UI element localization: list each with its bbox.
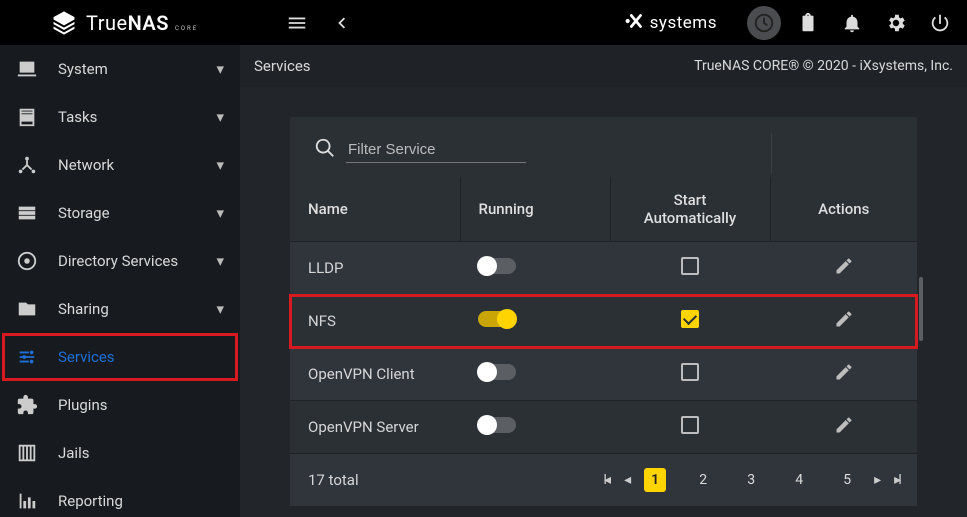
- edit-icon[interactable]: [834, 421, 854, 439]
- sidebar-item-sharing[interactable]: Sharing ▾: [0, 285, 240, 333]
- services-table: Name Running Start Automatically Actions…: [290, 177, 917, 454]
- running-toggle[interactable]: [478, 364, 516, 380]
- sidebar-item-system[interactable]: System ▾: [0, 45, 240, 93]
- logo-subtext: CORE: [175, 25, 198, 32]
- divider: [771, 133, 772, 173]
- auto-checkbox[interactable]: [681, 363, 699, 381]
- ix-logo-icon: [624, 10, 646, 36]
- pager-page[interactable]: 4: [788, 468, 810, 492]
- services-icon: [16, 346, 38, 368]
- pager-next-icon[interactable]: ▸: [874, 472, 878, 488]
- breadcrumb: Services: [254, 57, 311, 75]
- sidebar-item-jails[interactable]: Jails: [0, 429, 240, 477]
- breadcrumb-row: Services TrueNAS CORE® © 2020 - iXsystem…: [240, 45, 967, 87]
- gear-icon[interactable]: [879, 6, 913, 40]
- sidebar-item-plugins[interactable]: Plugins: [0, 381, 240, 429]
- sidebar-item-label: Network: [58, 156, 196, 174]
- pager-prev-icon[interactable]: ◂: [624, 472, 628, 488]
- sidebar-item-label: Directory Services: [58, 252, 196, 270]
- table-row: NFS: [290, 295, 917, 348]
- sidebar-item-storage[interactable]: Storage ▾: [0, 189, 240, 237]
- table-row: OpenVPN Server: [290, 401, 917, 454]
- network-icon: [16, 154, 38, 176]
- running-toggle[interactable]: [478, 258, 516, 274]
- col-header-actions: Actions: [770, 177, 917, 242]
- power-icon[interactable]: [923, 6, 957, 40]
- menu-icon[interactable]: [280, 6, 314, 40]
- topbar: TrueNAS CORE systems: [0, 0, 967, 45]
- sidebar-item-label: Sharing: [58, 300, 196, 318]
- chevron-down-icon: ▾: [216, 300, 224, 318]
- reporting-icon: [16, 490, 38, 512]
- sharing-icon: [16, 298, 38, 320]
- main: Services TrueNAS CORE® © 2020 - iXsystem…: [240, 45, 967, 517]
- cell-name: OpenVPN Server: [290, 401, 460, 454]
- truecommand-icon[interactable]: [747, 6, 781, 40]
- col-header-auto[interactable]: Start Automatically: [610, 177, 770, 242]
- cell-name: LLDP: [290, 242, 460, 295]
- col-header-running[interactable]: Running: [460, 177, 610, 242]
- table-row: OpenVPN Client: [290, 348, 917, 401]
- footer-text: TrueNAS CORE® © 2020 - iXsystems, Inc.: [694, 58, 953, 74]
- sidebar-item-label: Jails: [58, 444, 224, 462]
- logo: TrueNAS CORE: [10, 9, 200, 37]
- running-toggle[interactable]: [478, 417, 516, 433]
- sidebar-item-tasks[interactable]: Tasks ▾: [0, 93, 240, 141]
- auto-checkbox[interactable]: [681, 257, 699, 275]
- pager-page[interactable]: 2: [692, 468, 714, 492]
- cell-name: NFS: [290, 295, 460, 348]
- sidebar-item-label: Plugins: [58, 396, 224, 414]
- logo-icon: [50, 9, 78, 37]
- plugins-icon: [16, 394, 38, 416]
- bell-icon[interactable]: [835, 6, 869, 40]
- chevron-down-icon: ▾: [216, 252, 224, 270]
- edit-icon[interactable]: [834, 315, 854, 333]
- chevron-down-icon: ▾: [216, 108, 224, 126]
- sidebar-item-reporting[interactable]: Reporting: [0, 477, 240, 517]
- logo-text: TrueNAS: [86, 11, 169, 35]
- sidebar-item-label: Storage: [58, 204, 196, 222]
- edit-icon[interactable]: [834, 368, 854, 386]
- pager-page[interactable]: 3: [740, 468, 762, 492]
- sidebar-item-directory-services[interactable]: Directory Services ▾: [0, 237, 240, 285]
- services-panel: Name Running Start Automatically Actions…: [290, 117, 917, 506]
- cell-name: OpenVPN Client: [290, 348, 460, 401]
- sidebar-item-services[interactable]: Services: [0, 333, 240, 381]
- auto-checkbox[interactable]: [681, 310, 699, 328]
- pager: I◂ ◂ 1 2 3 4 5 ▸ ▸I: [603, 468, 899, 492]
- clipboard-icon[interactable]: [791, 6, 825, 40]
- back-icon[interactable]: [324, 6, 358, 40]
- ix-logo-text: systems: [650, 13, 717, 33]
- sidebar-item-label: Reporting: [58, 492, 224, 510]
- pager-page[interactable]: 5: [836, 468, 858, 492]
- directory-icon: [16, 250, 38, 272]
- sidebar-item-label: Services: [58, 348, 224, 366]
- jails-icon: [16, 442, 38, 464]
- auto-checkbox[interactable]: [681, 416, 699, 434]
- pager-page[interactable]: 1: [644, 468, 666, 492]
- search-icon: [314, 137, 336, 163]
- sidebar: System ▾ Tasks ▾ Network ▾ Storage ▾ Dir…: [0, 45, 240, 517]
- pager-last-icon[interactable]: ▸I: [894, 472, 899, 488]
- pager-first-icon[interactable]: I◂: [603, 472, 608, 488]
- chevron-down-icon: ▾: [216, 156, 224, 174]
- storage-icon: [16, 202, 38, 224]
- table-footer: 17 total I◂ ◂ 1 2 3 4 5 ▸ ▸I: [290, 454, 917, 506]
- ix-logo: systems: [624, 10, 717, 36]
- chevron-down-icon: ▾: [216, 60, 224, 78]
- scrollbar[interactable]: [919, 277, 923, 341]
- chevron-down-icon: ▾: [216, 204, 224, 222]
- total-count: 17 total: [308, 471, 359, 489]
- edit-icon[interactable]: [834, 262, 854, 280]
- search-input[interactable]: [346, 137, 526, 163]
- running-toggle[interactable]: [478, 311, 516, 327]
- col-header-name[interactable]: Name: [290, 177, 460, 242]
- tasks-icon: [16, 106, 38, 128]
- sidebar-item-network[interactable]: Network ▾: [0, 141, 240, 189]
- table-row: LLDP: [290, 242, 917, 295]
- sidebar-item-label: System: [58, 60, 196, 78]
- system-icon: [16, 58, 38, 80]
- sidebar-item-label: Tasks: [58, 108, 196, 126]
